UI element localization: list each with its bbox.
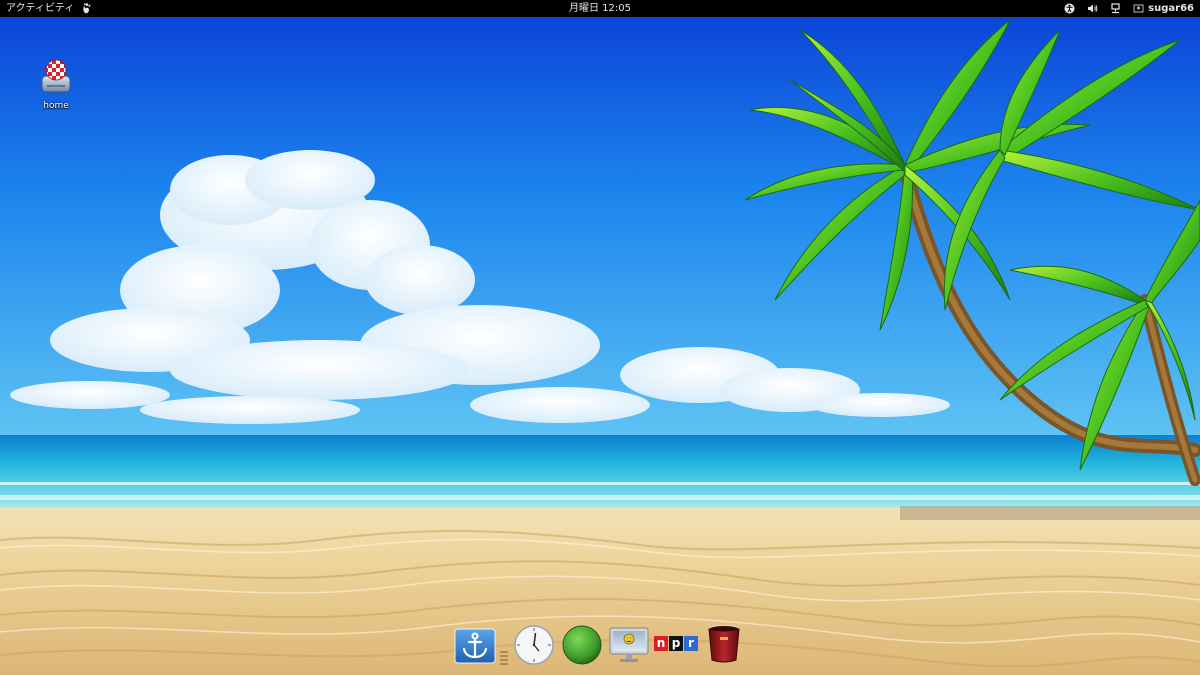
activities-label: アクティビティ xyxy=(6,3,75,14)
clock-icon xyxy=(514,625,554,665)
npr-letter-r: r xyxy=(684,636,698,651)
top-panel: アクティビティ 月曜日 12:05 sugar66 xyxy=(0,0,1200,17)
dock-item-anchor[interactable] xyxy=(454,628,496,670)
dock-item-trash[interactable] xyxy=(706,624,742,668)
desktop-icon-label: home xyxy=(43,101,69,111)
user-icon xyxy=(1133,3,1144,14)
trash-icon xyxy=(708,625,740,663)
dock-item-npr[interactable]: n p r xyxy=(654,636,698,651)
user-menu[interactable]: sugar66 xyxy=(1133,0,1194,17)
dock-item-monitor[interactable] xyxy=(608,626,650,670)
green-orb-icon xyxy=(562,625,602,665)
system-tray: sugar66 xyxy=(1064,0,1194,17)
monitor-icon xyxy=(609,627,649,662)
dock-item-green-orb[interactable] xyxy=(562,625,602,671)
network-icon[interactable] xyxy=(1110,3,1121,14)
home-drive-icon xyxy=(41,59,71,93)
clock-text[interactable]: 月曜日 12:05 xyxy=(569,0,631,17)
anchor-icon xyxy=(454,628,496,664)
npr-letter-p: p xyxy=(669,636,683,651)
clock-menu: 月曜日 12:05 xyxy=(0,0,1200,17)
desktop-wallpaper xyxy=(0,0,1200,675)
dock: n p r xyxy=(450,622,750,675)
volume-icon[interactable] xyxy=(1087,3,1098,14)
dock-item-clock[interactable] xyxy=(514,625,554,671)
desktop-icon-home[interactable]: home xyxy=(34,56,78,111)
npr-letter-n: n xyxy=(654,636,668,651)
dock-separator-icon xyxy=(500,650,508,670)
activities-button[interactable]: アクティビティ xyxy=(6,0,74,17)
username-label: sugar66 xyxy=(1148,3,1194,14)
gnome-foot-icon[interactable] xyxy=(80,0,92,17)
accessibility-icon[interactable] xyxy=(1064,3,1075,14)
npr-icon: n p r xyxy=(654,636,698,651)
